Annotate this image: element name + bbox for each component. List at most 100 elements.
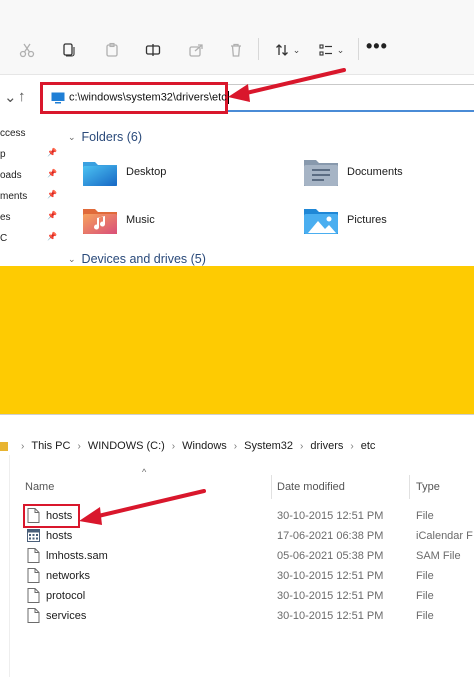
file-date: 30-10-2015 12:51 PM [277,590,384,602]
file-date: 30-10-2015 12:51 PM [277,510,384,522]
file-type: iCalendar F [416,530,473,542]
pictures-folder-icon [304,209,338,234]
file-type: File [416,570,434,582]
folder-tile-pictures[interactable]: Pictures [303,204,387,236]
sidebar-item-label: p [0,149,6,160]
chevron-down-icon: ⌄ [68,253,76,264]
breadcrumb-item[interactable]: System32 [244,440,293,452]
breadcrumb-separator-icon: › [233,440,238,452]
yellow-divider-band [0,266,474,414]
calendar-file-icon [27,528,40,546]
red-arrow-annotation [79,489,206,525]
file-row[interactable]: networks 30-10-2015 12:51 PM File [0,566,474,586]
pin-icon[interactable]: 📌 [47,148,57,157]
pin-icon[interactable]: 📌 [47,211,57,220]
share-icon[interactable] [184,38,208,62]
file-row[interactable]: hosts 17-06-2021 06:38 PM iCalendar F [0,526,474,546]
file-name: lmhosts.sam [46,550,108,562]
sidebar-item[interactable]: ccess [0,124,62,144]
breadcrumb-separator-icon: › [21,440,25,452]
sort-icon[interactable]: ⌄ [270,38,304,62]
address-path[interactable]: c:\windows\system32\drivers\etc [69,91,229,104]
file-icon [27,568,40,586]
cut-icon[interactable] [15,38,39,62]
file-date: 05-06-2021 05:38 PM [277,550,384,562]
file-name: hosts [46,530,73,542]
sidebar-item-label: ccess [0,128,26,139]
pin-icon[interactable]: 📌 [47,169,57,178]
file-date: 30-10-2015 12:51 PM [277,610,384,622]
file-name: networks [46,570,91,582]
breadcrumb-item[interactable]: drivers [310,440,343,452]
hosts-highlight-box [23,504,80,528]
music-folder-icon [83,209,117,234]
folders-group-header[interactable]: ⌄ Folders (6) [68,130,142,144]
rename-icon[interactable] [141,38,165,62]
devices-group-label: Devices and drives (5) [81,252,206,266]
toolbar-separator [258,38,259,60]
breadcrumb-separator-icon: › [171,440,176,452]
monitor-icon [51,92,65,103]
up-arrow-icon[interactable]: ↑ [18,88,26,105]
paste-icon[interactable] [100,38,124,62]
column-header-name[interactable]: Name [25,481,54,493]
column-divider[interactable] [409,475,410,499]
more-options-button[interactable]: ••• [366,36,388,57]
file-list-header: Name Date modified Type [0,475,474,499]
chevron-down-icon: ⌄ [292,44,301,55]
breadcrumb-separator-icon: › [300,440,304,452]
file-type: SAM File [416,550,461,562]
pin-icon[interactable]: 📌 [47,190,57,199]
file-name: protocol [46,590,86,602]
file-row[interactable]: services 30-10-2015 12:51 PM File [0,606,474,626]
sidebar-item[interactable]: C 📌 [0,229,62,249]
breadcrumb-separator-icon: › [350,440,354,452]
folder-name: Pictures [347,214,387,226]
folder-name: Documents [347,166,403,178]
file-date: 30-10-2015 12:51 PM [277,570,384,582]
sidebar-item[interactable]: oads 📌 [0,166,62,186]
folder-tile-desktop[interactable]: Desktop [82,156,166,188]
file-type: File [416,590,434,602]
sidebar-item[interactable]: ments 📌 [0,187,62,207]
folders-group-label: Folders (6) [81,130,142,144]
pin-icon[interactable]: 📌 [47,232,57,241]
address-bar-highlight[interactable]: c:\windows\system32\drivers\etc [40,82,229,114]
copy-icon[interactable] [56,38,80,62]
folder-tile-documents[interactable]: Documents [303,156,403,188]
column-divider[interactable] [271,475,272,499]
column-header-date[interactable]: Date modified [277,481,345,493]
quick-access-sidebar: ccess p 📌 oads 📌 ments 📌 es 📌 C 📌 [0,124,62,266]
breadcrumb-item[interactable]: etc [361,440,376,452]
desktop-folder-icon [83,162,117,186]
folder-tile-music[interactable]: Music [82,204,155,236]
breadcrumb-item[interactable]: WINDOWS (C:) [88,440,165,452]
delete-icon[interactable] [224,38,248,62]
sidebar-item-label: C [0,233,8,244]
sidebar-item-label: ments [0,191,28,202]
toolbar-separator [358,38,359,60]
file-row[interactable]: lmhosts.sam 05-06-2021 05:38 PM SAM File [0,546,474,566]
file-row[interactable]: protocol 30-10-2015 12:51 PM File [0,586,474,606]
sidebar-item[interactable]: p 📌 [0,145,62,165]
file-type: File [416,610,434,622]
breadcrumb-item[interactable]: Windows [182,440,227,452]
file-icon [27,608,40,626]
sidebar-item[interactable]: es 📌 [0,208,62,228]
breadcrumb-separator-icon: › [77,440,81,452]
folder-name: Desktop [126,166,167,178]
file-type: File [416,510,434,522]
chevron-down-icon: ⌄ [68,131,76,142]
top-explorer-panel: ⌄ ⌄ ••• ⌄ ↑ c:\windows\system32\drivers\… [0,0,474,266]
breadcrumb-item[interactable]: This PC [31,440,70,452]
sidebar-item-label: es [0,212,11,223]
file-icon [27,588,40,606]
chevron-down-icon[interactable]: ⌄ [4,88,17,106]
red-arrow-annotation [228,68,346,102]
column-header-type[interactable]: Type [416,481,440,493]
view-icon[interactable]: ⌄ [314,38,348,62]
file-date: 17-06-2021 06:38 PM [277,530,384,542]
file-name: services [46,610,87,622]
devices-group-header[interactable]: ⌄ Devices and drives (5) [68,252,206,266]
file-icon [27,548,40,566]
